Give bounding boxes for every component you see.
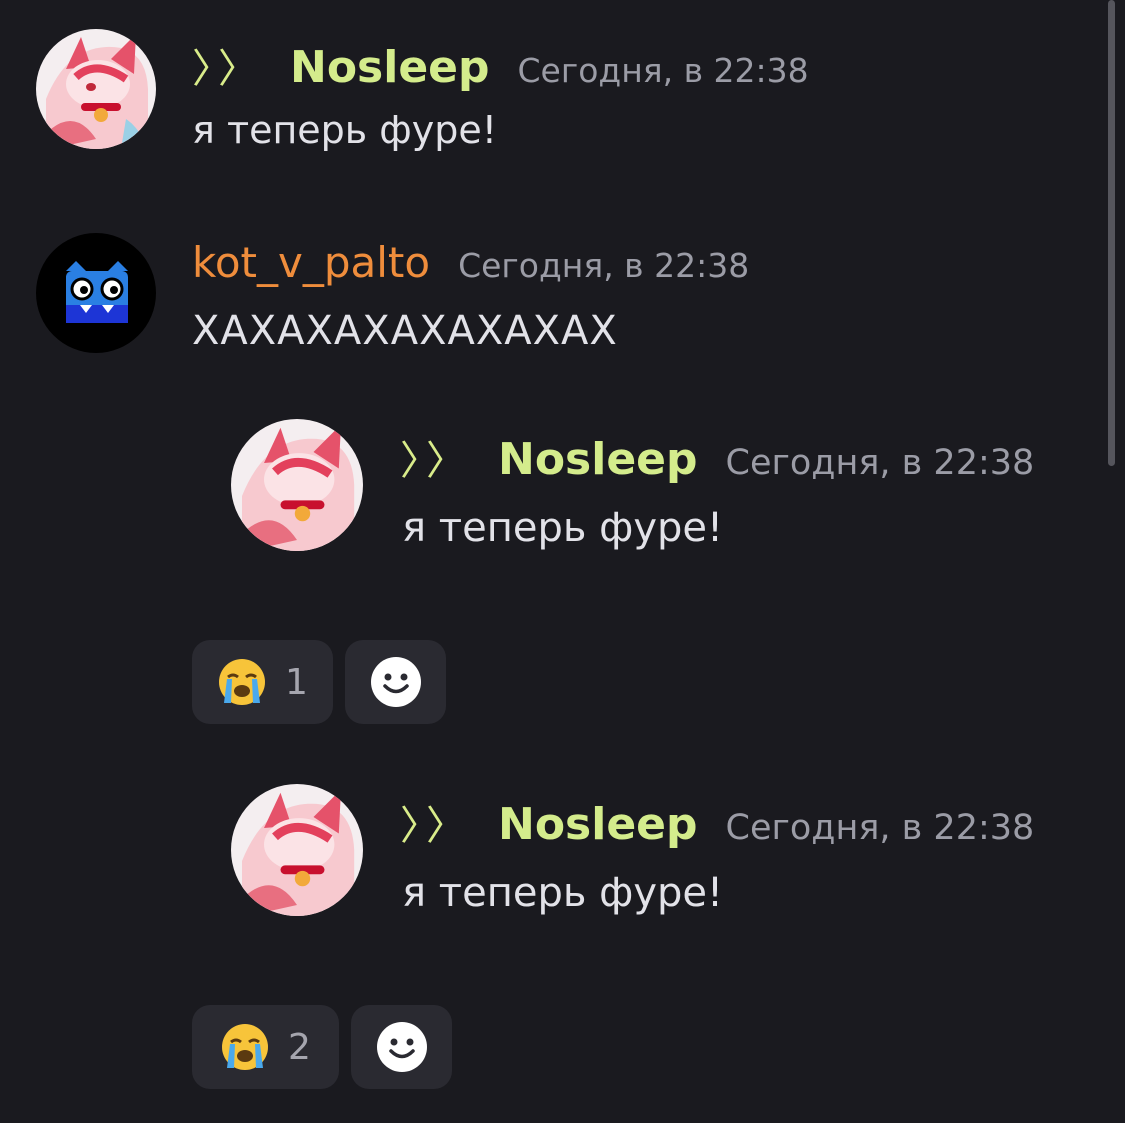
avatar xyxy=(231,784,363,916)
timestamp: Сегодня, в 22:38 xyxy=(458,246,750,285)
username: Nosleep xyxy=(498,434,698,485)
add-reaction-button[interactable] xyxy=(351,1005,452,1089)
message-nosleep: 〉〉 Nosleep Сегодня, в 22:38 я теперь фур… xyxy=(0,0,1100,200)
message-header: 〉〉 Nosleep Сегодня, в 22:38 xyxy=(192,36,809,94)
avatar[interactable] xyxy=(36,29,156,149)
smiley-icon xyxy=(370,657,421,707)
message-header: 〉〉 Nosleep Сегодня, в 22:38 xyxy=(400,428,1034,486)
message-kot-v-palto: kot_v_palto Сегодня, в 22:38 ХАХАХАХАХАХ… xyxy=(0,230,1100,380)
message-header: kot_v_palto Сегодня, в 22:38 xyxy=(192,238,749,287)
add-reaction-button[interactable] xyxy=(345,640,446,724)
message-text: я теперь фуре! xyxy=(402,505,724,551)
smiley-icon xyxy=(376,1022,427,1072)
timestamp: Сегодня, в 22:38 xyxy=(725,808,1035,848)
timestamp: Сегодня, в 22:38 xyxy=(725,443,1035,483)
reaction-count: 1 xyxy=(285,661,308,703)
username-decoration: 〉〉 xyxy=(400,438,472,484)
message-header: 〉〉 Nosleep Сегодня, в 22:38 xyxy=(400,793,1034,851)
reaction-bar: 2 xyxy=(192,1005,452,1089)
scrollbar[interactable] xyxy=(1108,0,1115,466)
username-decoration: 〉〉 xyxy=(192,46,264,92)
embedded-message[interactable]: 〉〉 Nosleep Сегодня, в 22:38 я теперь фур… xyxy=(0,775,1100,955)
crying-emoji-icon xyxy=(219,659,266,705)
crying-emoji-icon xyxy=(222,1024,269,1070)
embedded-message[interactable]: 〉〉 Nosleep Сегодня, в 22:38 я теперь фур… xyxy=(0,410,1100,590)
timestamp: Сегодня, в 22:38 xyxy=(517,51,809,90)
reaction-crying[interactable]: 1 xyxy=(192,640,333,724)
message-text: я теперь фуре! xyxy=(402,870,724,916)
username-decoration: 〉〉 xyxy=(400,803,472,849)
avatar[interactable] xyxy=(36,233,156,353)
message-text: я теперь фуре! xyxy=(192,108,497,152)
username[interactable]: kot_v_palto xyxy=(192,238,430,287)
avatar xyxy=(231,419,363,551)
reaction-bar: 1 xyxy=(192,640,446,724)
username[interactable]: Nosleep xyxy=(290,42,490,93)
reaction-crying[interactable]: 2 xyxy=(192,1005,339,1089)
message-text: ХАХАХАХАХАХАХАХ xyxy=(192,308,618,354)
reaction-count: 2 xyxy=(288,1026,311,1068)
username: Nosleep xyxy=(498,799,698,850)
